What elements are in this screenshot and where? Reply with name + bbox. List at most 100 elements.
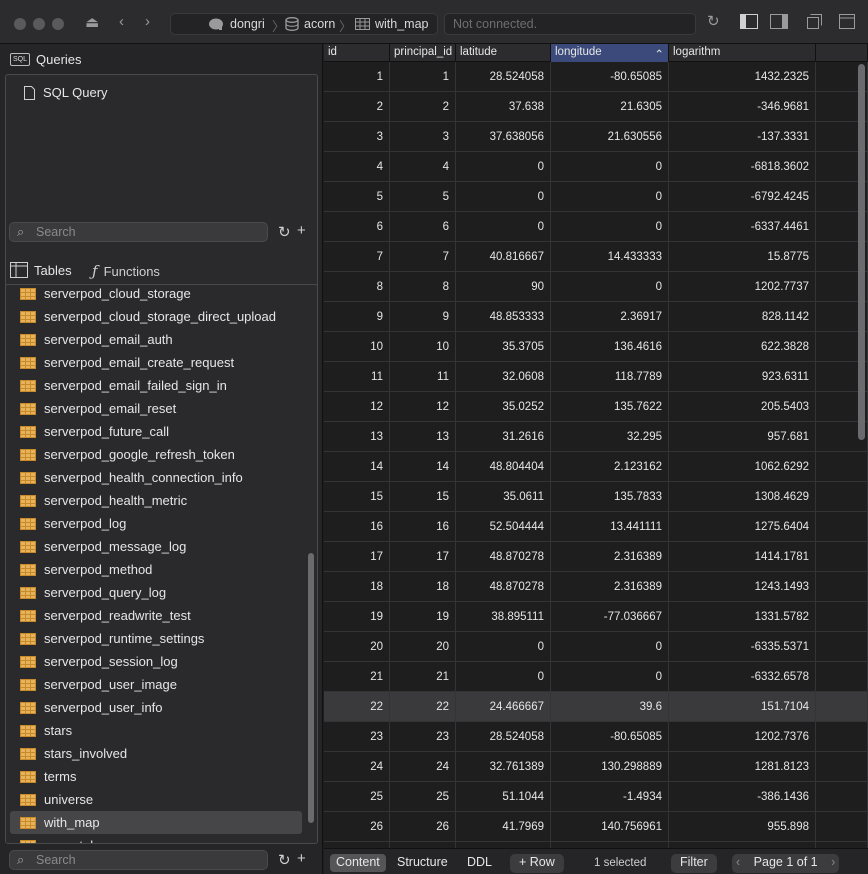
sidebar-table-item[interactable]: serverpod_cloud_storage_direct_upload [10,305,302,328]
add-table-icon[interactable]: + [297,850,306,867]
table-cell[interactable]: -137.3331 [669,122,816,152]
table-cell[interactable]: -80.65085 [551,62,669,92]
table-cell[interactable]: 19 [390,602,456,632]
table-cell[interactable]: 16 [390,512,456,542]
table-row[interactable]: 26 26 41.7969 140.756961 955.898 [324,812,868,842]
table-cell[interactable]: 0 [456,152,551,182]
table-row[interactable]: 13 13 31.2616 32.295 957.681 [324,422,868,452]
table-cell[interactable]: 17 [390,542,456,572]
table-cell[interactable]: 14 [390,452,456,482]
table-cell[interactable]: 5 [324,182,390,212]
sidebar-table-item[interactable]: serverpod_query_log [10,581,302,604]
table-cell[interactable]: -386.1436 [669,782,816,812]
table-row[interactable]: 8 8 90 0 1202.7737 [324,272,868,302]
tab-ddl[interactable]: DDL [461,854,498,872]
table-row[interactable]: 2 2 37.638 21.6305 -346.9681 [324,92,868,122]
tab-functions[interactable]: ƒ Functions [92,262,160,280]
table-cell[interactable]: -77.036667 [551,602,669,632]
table-cell[interactable]: -80.65085 [551,722,669,752]
table-cell[interactable]: 0 [456,662,551,692]
query-item[interactable]: SQL Query [24,85,108,100]
column-header-id[interactable]: id [324,44,390,62]
table-cell[interactable]: 2 [324,92,390,122]
table-cell[interactable]: 35.0252 [456,392,551,422]
table-cell[interactable]: 37.638 [456,92,551,122]
table-cell[interactable]: 4 [324,152,390,182]
toggle-left-sidebar-icon[interactable] [740,14,758,33]
table-cell[interactable]: 1 [324,62,390,92]
column-header-longitude[interactable]: longitude ⌃ [551,44,669,62]
table-cell[interactable]: 5 [390,182,456,212]
table-row[interactable]: 10 10 35.3705 136.4616 622.3828 [324,332,868,362]
table-cell[interactable]: 9 [324,302,390,332]
table-cell[interactable]: 24 [324,752,390,782]
sidebar-table-item[interactable]: serverpod_session_log [10,650,302,673]
table-cell[interactable]: -6337.4461 [669,212,816,242]
table-cell[interactable]: 3 [390,122,456,152]
breadcrumb-database[interactable]: acorn [285,17,335,31]
table-cell[interactable]: 8 [324,272,390,302]
table-cell[interactable]: 0 [551,662,669,692]
table-row[interactable]: 18 18 48.870278 2.316389 1243.1493 [324,572,868,602]
table-cell[interactable]: 0 [456,632,551,662]
table-cell[interactable]: 32.0608 [456,362,551,392]
table-row[interactable]: 24 24 32.761389 130.298889 1281.8123 [324,752,868,782]
table-cell[interactable]: 35.3705 [456,332,551,362]
table-cell[interactable]: 136.4616 [551,332,669,362]
sidebar-table-item[interactable]: stars_involved [10,742,302,765]
table-cell[interactable]: 0 [551,152,669,182]
column-header-latitude[interactable]: latitude [456,44,551,62]
sidebar-table-item[interactable]: serverpod_readwrite_test [10,604,302,627]
table-cell[interactable]: 1062.6292 [669,452,816,482]
table-cell[interactable]: 21 [324,662,390,692]
sidebar-table-item[interactable]: serverpod_email_create_request [10,351,302,374]
sidebar-table-item[interactable]: serverpod_user_image [10,673,302,696]
sidebar-table-item[interactable]: serverpod_method [10,558,302,581]
table-cell[interactable]: 32.295 [551,422,669,452]
table-cell[interactable]: 18 [324,572,390,602]
table-cell[interactable]: 1202.7737 [669,272,816,302]
table-cell[interactable]: 151.7104 [669,692,816,722]
table-cell[interactable]: 10 [390,332,456,362]
table-cell[interactable]: 28.524058 [456,722,551,752]
table-cell[interactable]: 26 [390,812,456,842]
table-cell[interactable]: 51.1044 [456,782,551,812]
table-cell[interactable]: 20 [324,632,390,662]
table-cell[interactable]: 25 [390,782,456,812]
table-cell[interactable]: 7 [390,242,456,272]
table-cell[interactable]: 48.870278 [456,572,551,602]
table-row[interactable]: 20 20 0 0 -6335.5371 [324,632,868,662]
table-cell[interactable]: 135.7622 [551,392,669,422]
sidebar-table-item[interactable]: serverpod_future_call [10,420,302,443]
table-cell[interactable]: 130.298889 [551,752,669,782]
table-row[interactable]: 5 5 0 0 -6792.4245 [324,182,868,212]
table-row[interactable]: 17 17 48.870278 2.316389 1414.1781 [324,542,868,572]
table-cell[interactable]: 205.5403 [669,392,816,422]
tab-tables[interactable]: Tables [10,262,72,278]
sidebar-table-item[interactable]: serverpod_health_connection_info [10,466,302,489]
table-cell[interactable]: 21.6305 [551,92,669,122]
forward-chevron-icon[interactable]: › [145,14,150,30]
table-cell[interactable]: -6818.3602 [669,152,816,182]
table-cell[interactable]: 1243.1493 [669,572,816,602]
table-cell[interactable]: 828.1142 [669,302,816,332]
table-cell[interactable]: 26 [324,812,390,842]
table-row[interactable]: 3 3 37.638056 21.630556 -137.3331 [324,122,868,152]
table-cell[interactable]: 0 [551,182,669,212]
table-cell[interactable]: 1414.1781 [669,542,816,572]
table-cell[interactable]: 4 [390,152,456,182]
column-header-logarithm[interactable]: logarithm [669,44,816,62]
tab-structure[interactable]: Structure [391,854,454,872]
table-cell[interactable]: 6 [390,212,456,242]
grid-scrollbar[interactable] [858,64,865,440]
table-cell[interactable]: 0 [456,182,551,212]
sidebar-table-item[interactable]: serverpod_email_reset [10,397,302,420]
back-chevron-icon[interactable]: ‹ [119,14,124,30]
table-cell[interactable]: 12 [390,392,456,422]
table-cell[interactable]: 37.638056 [456,122,551,152]
table-cell[interactable]: -6335.5371 [669,632,816,662]
table-cell[interactable]: 1275.6404 [669,512,816,542]
table-cell[interactable]: 16 [324,512,390,542]
table-cell[interactable]: 11 [390,362,456,392]
table-cell[interactable]: 3 [324,122,390,152]
